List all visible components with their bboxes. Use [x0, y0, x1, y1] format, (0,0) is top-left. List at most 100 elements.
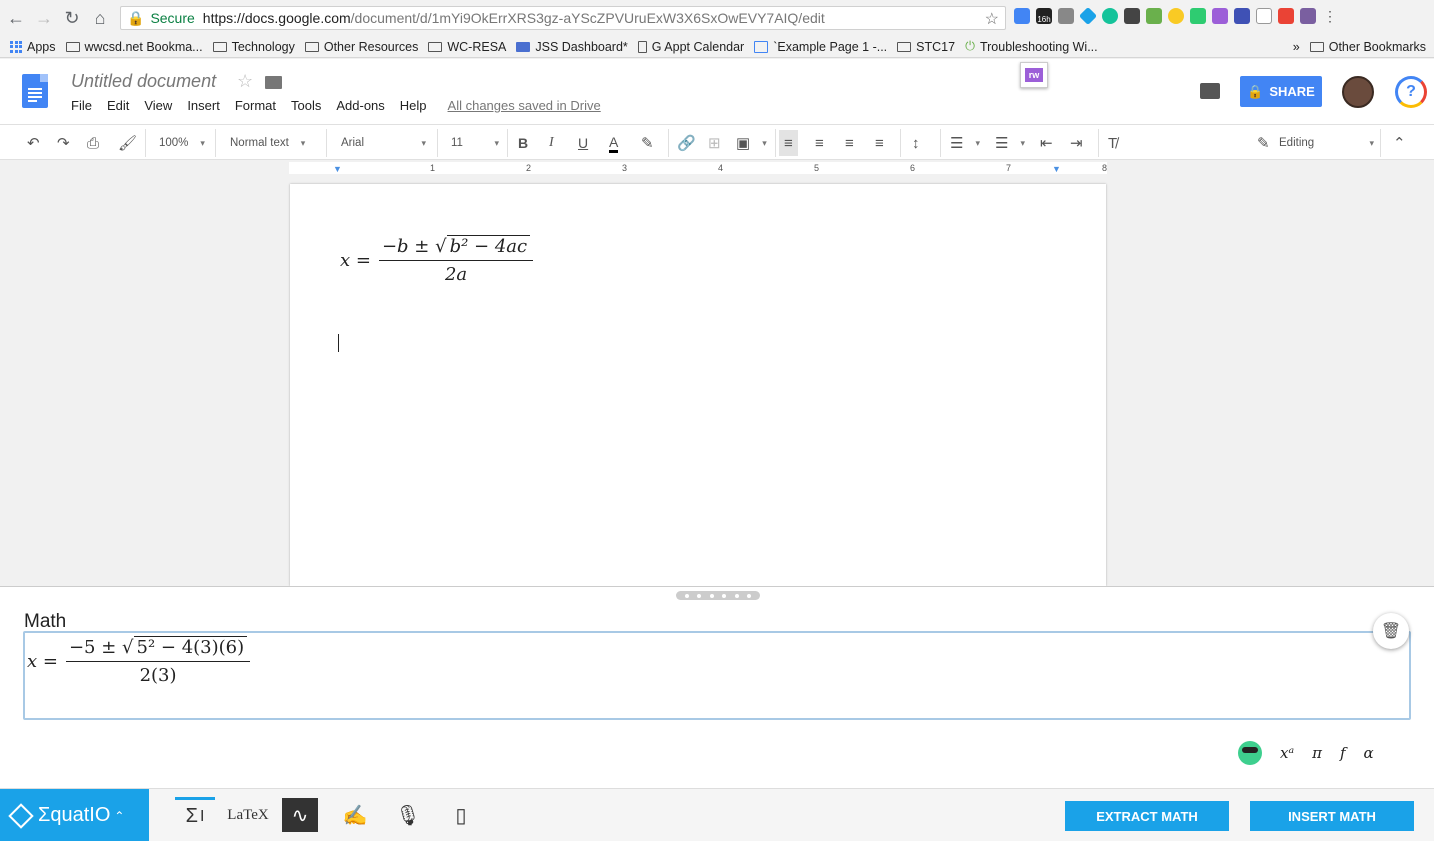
left-indent-marker[interactable]: ▼ — [333, 164, 342, 174]
gmail-icon[interactable] — [1278, 8, 1294, 24]
bookmark-item[interactable]: `Example Page 1 -... — [754, 40, 887, 54]
extension-icon[interactable] — [1234, 8, 1250, 24]
read-write-extension-icon[interactable]: rw — [1020, 62, 1048, 88]
menu-insert[interactable]: Insert — [187, 98, 220, 113]
zoom-select[interactable]: 100% — [159, 133, 205, 153]
document-equation[interactable]: x = −b ± √ b² − 4ac 2a — [340, 235, 534, 285]
right-indent-marker[interactable]: ▼ — [1052, 164, 1061, 174]
bookmark-item[interactable]: wwcsd.net Bookma... — [65, 40, 203, 54]
editing-mode-select[interactable]: Editing — [1279, 133, 1374, 153]
document-page[interactable]: x = −b ± √ b² − 4ac 2a — [290, 184, 1106, 586]
insert-image-icon[interactable]: ▣ — [736, 133, 767, 153]
other-bookmarks[interactable]: Other Bookmarks — [1309, 40, 1426, 54]
handwriting-mode-icon[interactable]: ✍ — [335, 797, 375, 833]
bookmark-folder[interactable]: Other Resources — [304, 40, 418, 54]
function-symbol-button[interactable]: f — [1340, 744, 1346, 762]
address-bar[interactable]: 🔒 Secure https://docs.google.com /docume… — [120, 6, 1006, 30]
style-select[interactable]: Normal text — [230, 133, 305, 153]
comments-icon[interactable] — [1200, 83, 1220, 99]
numbered-list-icon[interactable]: ☰ — [950, 133, 980, 153]
star-icon[interactable]: ☆ — [237, 71, 253, 92]
justify-icon[interactable]: ≡ — [875, 133, 884, 153]
extension-icon[interactable] — [1058, 8, 1074, 24]
avatar[interactable] — [1342, 76, 1374, 108]
bookmark-folder[interactable]: WC-RESA — [428, 40, 506, 54]
prediction-face-icon[interactable] — [1238, 741, 1262, 765]
extension-icon[interactable] — [1078, 6, 1098, 26]
share-button[interactable]: 🔒 SHARE — [1240, 76, 1322, 107]
line-spacing-icon[interactable]: ↕ — [912, 133, 920, 153]
collapse-toolbar-icon[interactable]: ⌃ — [1393, 133, 1406, 153]
extension-icon[interactable] — [1014, 8, 1030, 24]
increase-indent-icon[interactable]: ⇥ — [1070, 133, 1083, 153]
bookmark-folder[interactable]: STC17 — [897, 40, 955, 54]
bulleted-list-icon[interactable]: ☰ — [995, 133, 1025, 153]
add-comment-icon[interactable]: ⊞ — [708, 133, 721, 153]
mobile-icon[interactable]: ▯ — [441, 797, 481, 833]
menu-view[interactable]: View — [144, 98, 172, 113]
redo-icon[interactable]: ↷ — [57, 133, 70, 153]
alpha-symbol-button[interactable]: α — [1364, 744, 1374, 762]
bookmark-apps[interactable]: Apps — [10, 40, 56, 54]
latex-mode-button[interactable]: LaTeX — [227, 797, 268, 833]
microphone-icon[interactable]: 🎙 — [388, 797, 428, 833]
back-icon[interactable]: ← — [4, 6, 28, 30]
extract-math-button[interactable]: EXTRACT MATH — [1065, 801, 1229, 831]
extension-icon[interactable] — [1168, 8, 1184, 24]
reload-icon[interactable]: ↻ — [60, 6, 84, 30]
paint-format-icon[interactable]: 🖌 — [118, 133, 137, 153]
align-center-icon[interactable]: ≡ — [815, 133, 824, 153]
menu-tools[interactable]: Tools — [291, 98, 321, 113]
extension-icon[interactable] — [1102, 8, 1118, 24]
bookmark-item[interactable]: JSS Dashboard* — [516, 40, 628, 54]
panel-resize-handle[interactable] — [676, 591, 760, 600]
underline-button[interactable]: U — [578, 133, 588, 153]
trash-icon[interactable]: 🗑 — [1373, 613, 1409, 649]
bookmark-item[interactable]: G Appt Calendar — [637, 40, 744, 54]
extension-icon[interactable] — [1256, 8, 1272, 24]
undo-icon[interactable]: ↶ — [27, 133, 40, 153]
align-left-icon[interactable]: ≡ — [779, 130, 798, 156]
menu-dots-icon[interactable]: ⋮ — [1322, 8, 1338, 24]
ruler[interactable]: 1 2 3 4 5 6 7 8 ▼ ▼ — [0, 160, 1434, 176]
extension-icon[interactable] — [1124, 8, 1140, 24]
help-icon[interactable]: ? — [1395, 76, 1427, 108]
menu-file[interactable]: File — [71, 98, 92, 113]
math-editor-mode-button[interactable]: ΣI — [175, 797, 215, 833]
extension-icon[interactable] — [1190, 8, 1206, 24]
bookmark-star-icon[interactable]: ☆ — [985, 9, 999, 29]
bold-button[interactable]: B — [518, 133, 528, 153]
folder-icon[interactable] — [265, 76, 282, 89]
extension-icon[interactable] — [1300, 8, 1316, 24]
menu-format[interactable]: Format — [235, 98, 276, 113]
extension-timer-icon[interactable]: 16h — [1036, 8, 1052, 24]
graph-mode-icon[interactable]: ∿ — [282, 798, 318, 832]
decrease-indent-icon[interactable]: ⇤ — [1040, 133, 1053, 153]
bookmark-folder[interactable]: Technology — [212, 40, 295, 54]
forward-icon[interactable]: → — [32, 6, 56, 30]
print-icon[interactable]: ⎙ — [87, 133, 99, 153]
bookmarks-overflow[interactable]: » — [1293, 40, 1300, 54]
extension-icon[interactable] — [1146, 8, 1162, 24]
insert-math-button[interactable]: INSERT MATH — [1250, 801, 1414, 831]
home-icon[interactable]: ⌂ — [88, 6, 112, 30]
clear-formatting-icon[interactable]: T̸ — [1108, 133, 1117, 153]
extension-icon[interactable] — [1212, 8, 1228, 24]
pi-symbol-button[interactable]: π — [1312, 744, 1322, 762]
superscript-symbol-button[interactable]: xᵃ — [1280, 744, 1294, 762]
align-right-icon[interactable]: ≡ — [845, 133, 854, 153]
link-icon[interactable]: 🔗 — [677, 133, 696, 153]
font-size-select[interactable]: 11 — [451, 133, 499, 153]
bookmark-item[interactable]: ⏻ Troubleshooting Wi... — [965, 39, 1098, 54]
docs-logo-icon[interactable] — [22, 74, 48, 108]
italic-button[interactable]: I — [549, 133, 554, 153]
menu-edit[interactable]: Edit — [107, 98, 129, 113]
text-color-button[interactable]: A — [609, 133, 619, 153]
font-select[interactable]: Arial — [341, 133, 426, 153]
equatio-menu[interactable]: ΣquatIO ⌃ — [0, 789, 149, 841]
highlight-icon[interactable]: ✎ — [641, 133, 654, 153]
menu-addons[interactable]: Add-ons — [336, 98, 384, 113]
document-title[interactable]: Untitled document — [71, 71, 216, 92]
menu-help[interactable]: Help — [400, 98, 427, 113]
save-status[interactable]: All changes saved in Drive — [448, 98, 601, 113]
